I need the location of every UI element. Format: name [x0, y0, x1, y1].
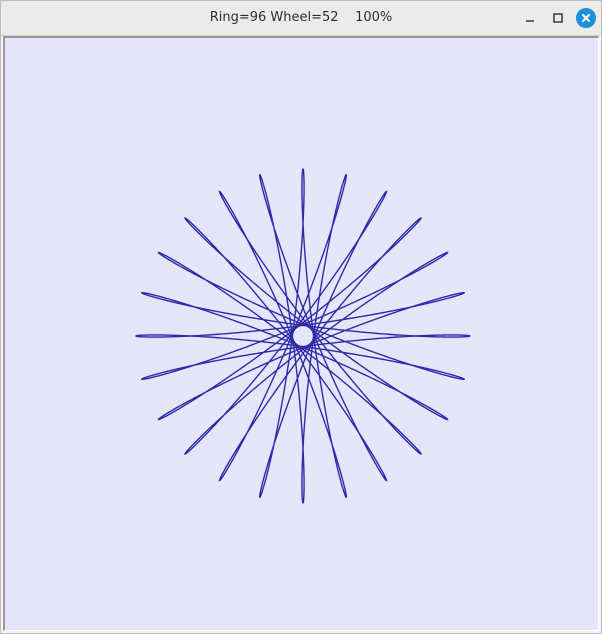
- spirograph-drawing: [135, 168, 471, 504]
- minimize-button[interactable]: [520, 8, 540, 28]
- spirograph-curve: [135, 168, 471, 504]
- app-window: Ring=96 Wheel=52 100%: [0, 0, 602, 634]
- drawing-canvas[interactable]: [3, 36, 599, 631]
- minimize-icon: [526, 20, 534, 22]
- close-button[interactable]: [576, 8, 596, 28]
- window-title: Ring=96 Wheel=52 100%: [209, 10, 393, 25]
- title-bar[interactable]: Ring=96 Wheel=52 100%: [1, 1, 601, 36]
- maximize-icon: [553, 13, 563, 23]
- close-icon: [582, 14, 590, 22]
- maximize-button[interactable]: [548, 8, 568, 28]
